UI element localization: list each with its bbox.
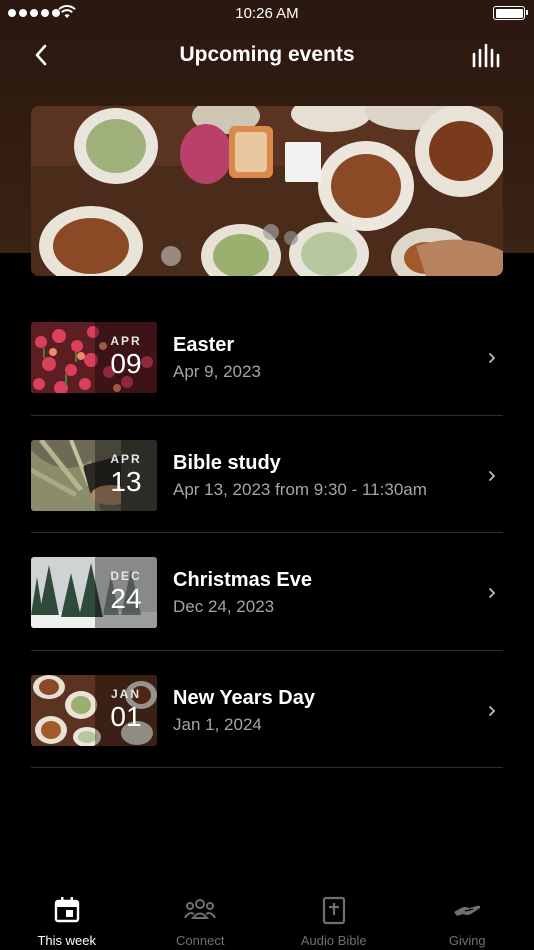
event-row-christmas-eve[interactable]: DEC 24 Christmas Eve Dec 24, 2023 — [31, 533, 503, 651]
event-month: DEC — [110, 569, 142, 583]
chevron-right-icon — [489, 353, 496, 363]
event-thumbnail: APR 13 — [31, 439, 157, 511]
event-date-text: Dec 24, 2023 — [173, 597, 275, 616]
event-date-badge: DEC 24 — [95, 557, 157, 628]
event-date-text: Apr 13, 2023 from 9:30 - 11:30am — [173, 479, 427, 499]
event-day: 01 — [110, 700, 142, 732]
hero-feast-image — [31, 106, 503, 276]
event-date-badge: APR 09 — [95, 322, 157, 393]
status-bar: 10:26 AM — [0, 0, 534, 28]
chevron-right-icon — [489, 588, 496, 598]
nav-bar: Upcoming events — [0, 36, 534, 76]
event-day: 13 — [110, 465, 142, 497]
chevron-right-icon — [489, 705, 496, 716]
battery-icon — [493, 6, 528, 20]
tab-label: This week — [37, 933, 97, 948]
event-month: APR — [110, 334, 142, 348]
people-icon — [184, 899, 217, 919]
calendar-icon — [54, 897, 79, 923]
event-title: Easter — [173, 334, 235, 356]
tab-connect[interactable]: Connect — [134, 880, 268, 950]
giving-hand-icon — [454, 905, 481, 916]
bar-stats-icon[interactable] — [470, 42, 504, 70]
tab-label: Audio Bible — [300, 933, 367, 948]
chevron-right-icon — [489, 470, 496, 481]
event-thumbnail: JAN 01 — [31, 674, 157, 746]
event-date-text: Apr 9, 2023 — [173, 362, 261, 381]
event-title: Christmas Eve — [173, 569, 312, 591]
page-title: Upcoming events — [179, 43, 355, 66]
event-row-bible-study[interactable]: APR 13 Bible study Apr 13, 2023 from 9:3… — [31, 416, 503, 533]
status-time: 10:26 AM — [235, 5, 299, 22]
event-month: APR — [110, 451, 142, 466]
event-thumbnail: DEC 24 — [31, 557, 157, 628]
event-title: Bible study — [173, 451, 281, 474]
event-month: JAN — [110, 686, 141, 701]
event-day: 24 — [110, 583, 142, 614]
event-date-badge: JAN 01 — [95, 674, 157, 746]
events-list: APR 09 Easter Apr 9, 2023 APR 13 Bible s… — [31, 298, 503, 768]
tab-bar: This week Connect Audio Bible Giving — [0, 880, 534, 950]
tab-audio-bible[interactable]: Audio Bible — [267, 880, 401, 950]
event-row-easter[interactable]: APR 09 Easter Apr 9, 2023 — [31, 298, 503, 416]
event-thumbnail: APR 09 — [31, 322, 157, 393]
tab-label: Giving — [448, 933, 486, 948]
event-row-new-years-day[interactable]: JAN 01 New Years Day Jan 1, 2024 — [31, 651, 503, 768]
event-date-badge: APR 13 — [95, 439, 157, 511]
tab-label: Connect — [176, 933, 225, 948]
event-date-text: Jan 1, 2024 — [173, 714, 262, 734]
event-title: New Years Day — [173, 686, 315, 709]
bible-icon — [322, 896, 345, 925]
tab-giving[interactable]: Giving — [401, 880, 534, 950]
event-day: 09 — [110, 348, 142, 379]
tab-this-week[interactable]: This week — [0, 880, 134, 950]
